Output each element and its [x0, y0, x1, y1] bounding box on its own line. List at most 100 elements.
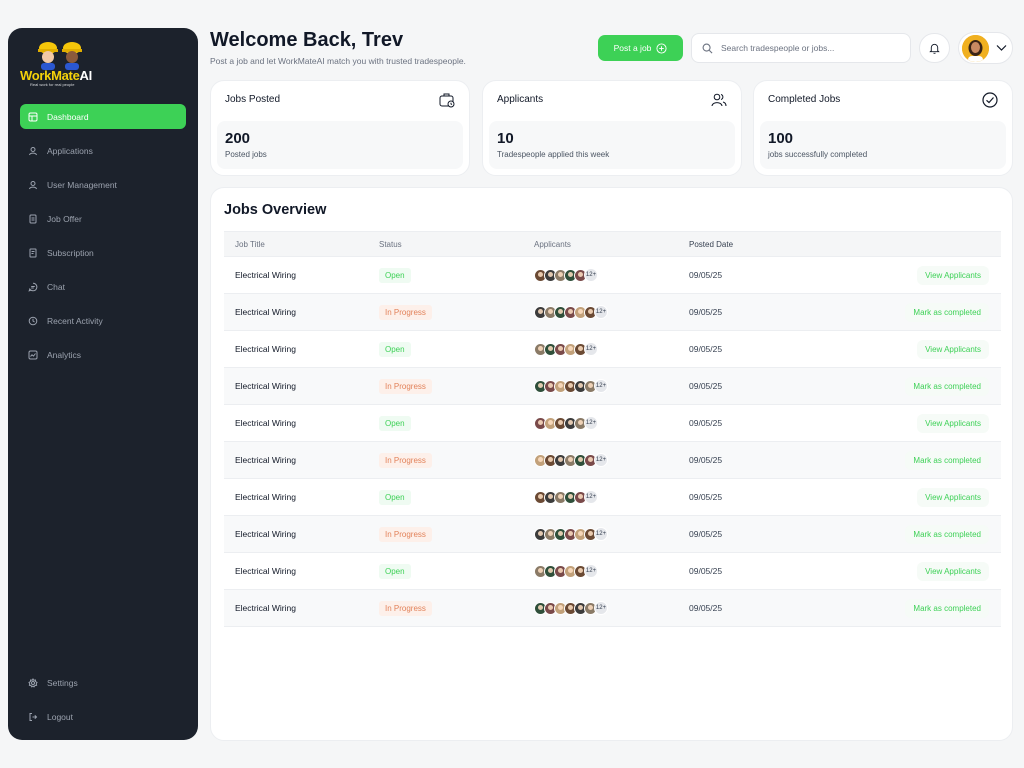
sidebar-item-label: Applications	[47, 145, 93, 156]
sidebar-item-chat[interactable]: Chat	[20, 274, 186, 299]
more-applicants-badge[interactable]: 12+	[584, 416, 598, 430]
stat-card-applicants: Applicants 10 Tradespeople applied this …	[482, 80, 742, 176]
applicant-avatars[interactable]: 12+	[534, 527, 689, 541]
posted-date: 09/05/25	[689, 603, 723, 613]
column-header[interactable]: Posted Date	[689, 240, 844, 249]
view-applicants-button[interactable]: View Applicants	[917, 561, 989, 581]
applicant-avatars[interactable]: 12+	[534, 268, 689, 282]
sidebar-item-analytics[interactable]: Analytics	[20, 342, 186, 367]
mark-completed-button[interactable]: Mark as completed	[905, 450, 989, 470]
search-box[interactable]: Search tradespeople or jobs...	[691, 33, 911, 63]
chat-icon	[28, 282, 38, 292]
more-applicants-badge[interactable]: 12+	[594, 305, 608, 319]
sidebar-item-user-management[interactable]: User Management	[20, 172, 186, 197]
stat-title: Jobs Posted	[225, 94, 281, 105]
sidebar-item-applications[interactable]: Applications	[20, 138, 186, 163]
mark-completed-button[interactable]: Mark as completed	[905, 524, 989, 544]
page-title: Welcome Back, Trev	[210, 29, 404, 51]
jobs-overview-title: Jobs Overview	[224, 202, 327, 218]
stat-body: 10 Tradespeople applied this week	[489, 121, 735, 169]
more-applicants-badge[interactable]: 12+	[584, 268, 598, 282]
more-applicants-badge[interactable]: 12+	[594, 601, 608, 615]
sidebar-item-job-offer[interactable]: Job Offer	[20, 206, 186, 231]
table-row[interactable]: Electrical Wiring In Progress 12+ 09/05/25 M…	[224, 442, 1001, 479]
applicant-avatars[interactable]: 12+	[534, 342, 689, 356]
avatar	[962, 35, 989, 62]
table-row[interactable]: Electrical Wiring In Progress 12+ 09/05/25 M…	[224, 516, 1001, 553]
column-header[interactable]: Applicants	[534, 240, 689, 249]
search-input[interactable]: Search tradespeople or jobs...	[721, 43, 834, 53]
status-badge: Open	[379, 267, 411, 283]
mark-completed-button[interactable]: Mark as completed	[905, 302, 989, 322]
stat-title: Completed Jobs	[768, 94, 841, 105]
column-header[interactable]: Job Title	[224, 240, 379, 249]
posted-date: 09/05/25	[689, 566, 723, 576]
applicant-avatars[interactable]: 12+	[534, 490, 689, 504]
view-applicants-button[interactable]: View Applicants	[917, 413, 989, 433]
stat-label: Tradespeople applied this week	[497, 150, 610, 159]
table-row[interactable]: Electrical Wiring In Progress 12+ 09/05/25 M…	[224, 368, 1001, 405]
table-row[interactable]: Electrical Wiring Open 12+ 09/05/25 View App…	[224, 331, 1001, 368]
briefcase-icon	[439, 93, 455, 108]
more-applicants-badge[interactable]: 12+	[594, 379, 608, 393]
more-applicants-badge[interactable]: 12+	[594, 453, 608, 467]
mark-completed-button[interactable]: Mark as completed	[905, 598, 989, 618]
posted-date: 09/05/25	[689, 492, 723, 502]
logout-icon	[29, 712, 38, 721]
receipt-icon	[29, 248, 37, 257]
sidebar-item-subscription[interactable]: Subscription	[20, 240, 186, 265]
more-applicants-badge[interactable]: 12+	[584, 490, 598, 504]
more-applicants-badge[interactable]: 12+	[594, 527, 608, 541]
sidebar-item-label: Recent Activity	[47, 315, 103, 326]
view-applicants-button[interactable]: View Applicants	[917, 265, 989, 285]
table-row[interactable]: Electrical Wiring Open 12+ 09/05/25 View App…	[224, 479, 1001, 516]
logo[interactable]: WorkMateAI Real work for real people	[20, 38, 100, 106]
post-job-button[interactable]: Post a job	[598, 35, 683, 61]
applicant-avatars[interactable]: 12+	[534, 601, 689, 615]
more-applicants-badge[interactable]: 12+	[584, 342, 598, 356]
jobs-overview-panel: Jobs Overview Job Title Status Applicant…	[210, 187, 1013, 741]
applicant-avatars[interactable]: 12+	[534, 453, 689, 467]
applicant-avatars[interactable]: 12+	[534, 416, 689, 430]
stat-value: 10	[497, 130, 514, 147]
sidebar-item-label: Settings	[47, 677, 78, 688]
stat-value: 100	[768, 130, 794, 147]
mark-completed-button[interactable]: Mark as completed	[905, 376, 989, 396]
applicant-avatars[interactable]: 12+	[534, 379, 689, 393]
job-title: Electrical Wiring	[235, 566, 296, 576]
gear-icon	[28, 677, 38, 688]
status-badge: Open	[379, 415, 411, 431]
job-title: Electrical Wiring	[235, 418, 296, 428]
sidebar-bottom-nav: Settings Logout	[20, 670, 186, 738]
stat-value: 200	[225, 130, 251, 147]
column-header[interactable]: Status	[379, 240, 534, 249]
table-row[interactable]: Electrical Wiring Open 12+ 09/05/25 View App…	[224, 405, 1001, 442]
clock-icon	[28, 316, 38, 325]
job-title: Electrical Wiring	[235, 344, 296, 354]
table-row[interactable]: Electrical Wiring Open 12+ 09/05/25 View App…	[224, 553, 1001, 590]
workers-logo-icon	[38, 42, 82, 70]
view-applicants-button[interactable]: View Applicants	[917, 487, 989, 507]
table-row[interactable]: Electrical Wiring In Progress 12+ 09/05/25 M…	[224, 294, 1001, 331]
plus-circle-icon	[656, 42, 667, 54]
profile-menu[interactable]	[958, 32, 1013, 64]
sidebar-item-label: Chat	[47, 281, 65, 292]
sidebar-item-settings[interactable]: Settings	[20, 670, 186, 695]
table-row[interactable]: Electrical Wiring In Progress 12+ 09/05/25 M…	[224, 590, 1001, 627]
status-badge: In Progress	[379, 526, 432, 542]
notifications-button[interactable]	[919, 33, 950, 63]
applicant-avatars[interactable]: 12+	[534, 305, 689, 319]
logo-wordmark: WorkMateAI	[20, 68, 92, 83]
sidebar-item-dashboard[interactable]: Dashboard	[20, 104, 186, 129]
posted-date: 09/05/25	[689, 307, 723, 317]
post-job-label: Post a job	[613, 43, 652, 53]
more-applicants-badge[interactable]: 12+	[584, 564, 598, 578]
sidebar-item-recent-activity[interactable]: Recent Activity	[20, 308, 186, 333]
applicant-avatars[interactable]: 12+	[534, 564, 689, 578]
sidebar-item-logout[interactable]: Logout	[20, 704, 186, 729]
table-row[interactable]: Electrical Wiring Open 12+ 09/05/25 View App…	[224, 257, 1001, 294]
job-title: Electrical Wiring	[235, 270, 296, 280]
posted-date: 09/05/25	[689, 529, 723, 539]
view-applicants-button[interactable]: View Applicants	[917, 339, 989, 359]
user-icon	[29, 180, 37, 189]
